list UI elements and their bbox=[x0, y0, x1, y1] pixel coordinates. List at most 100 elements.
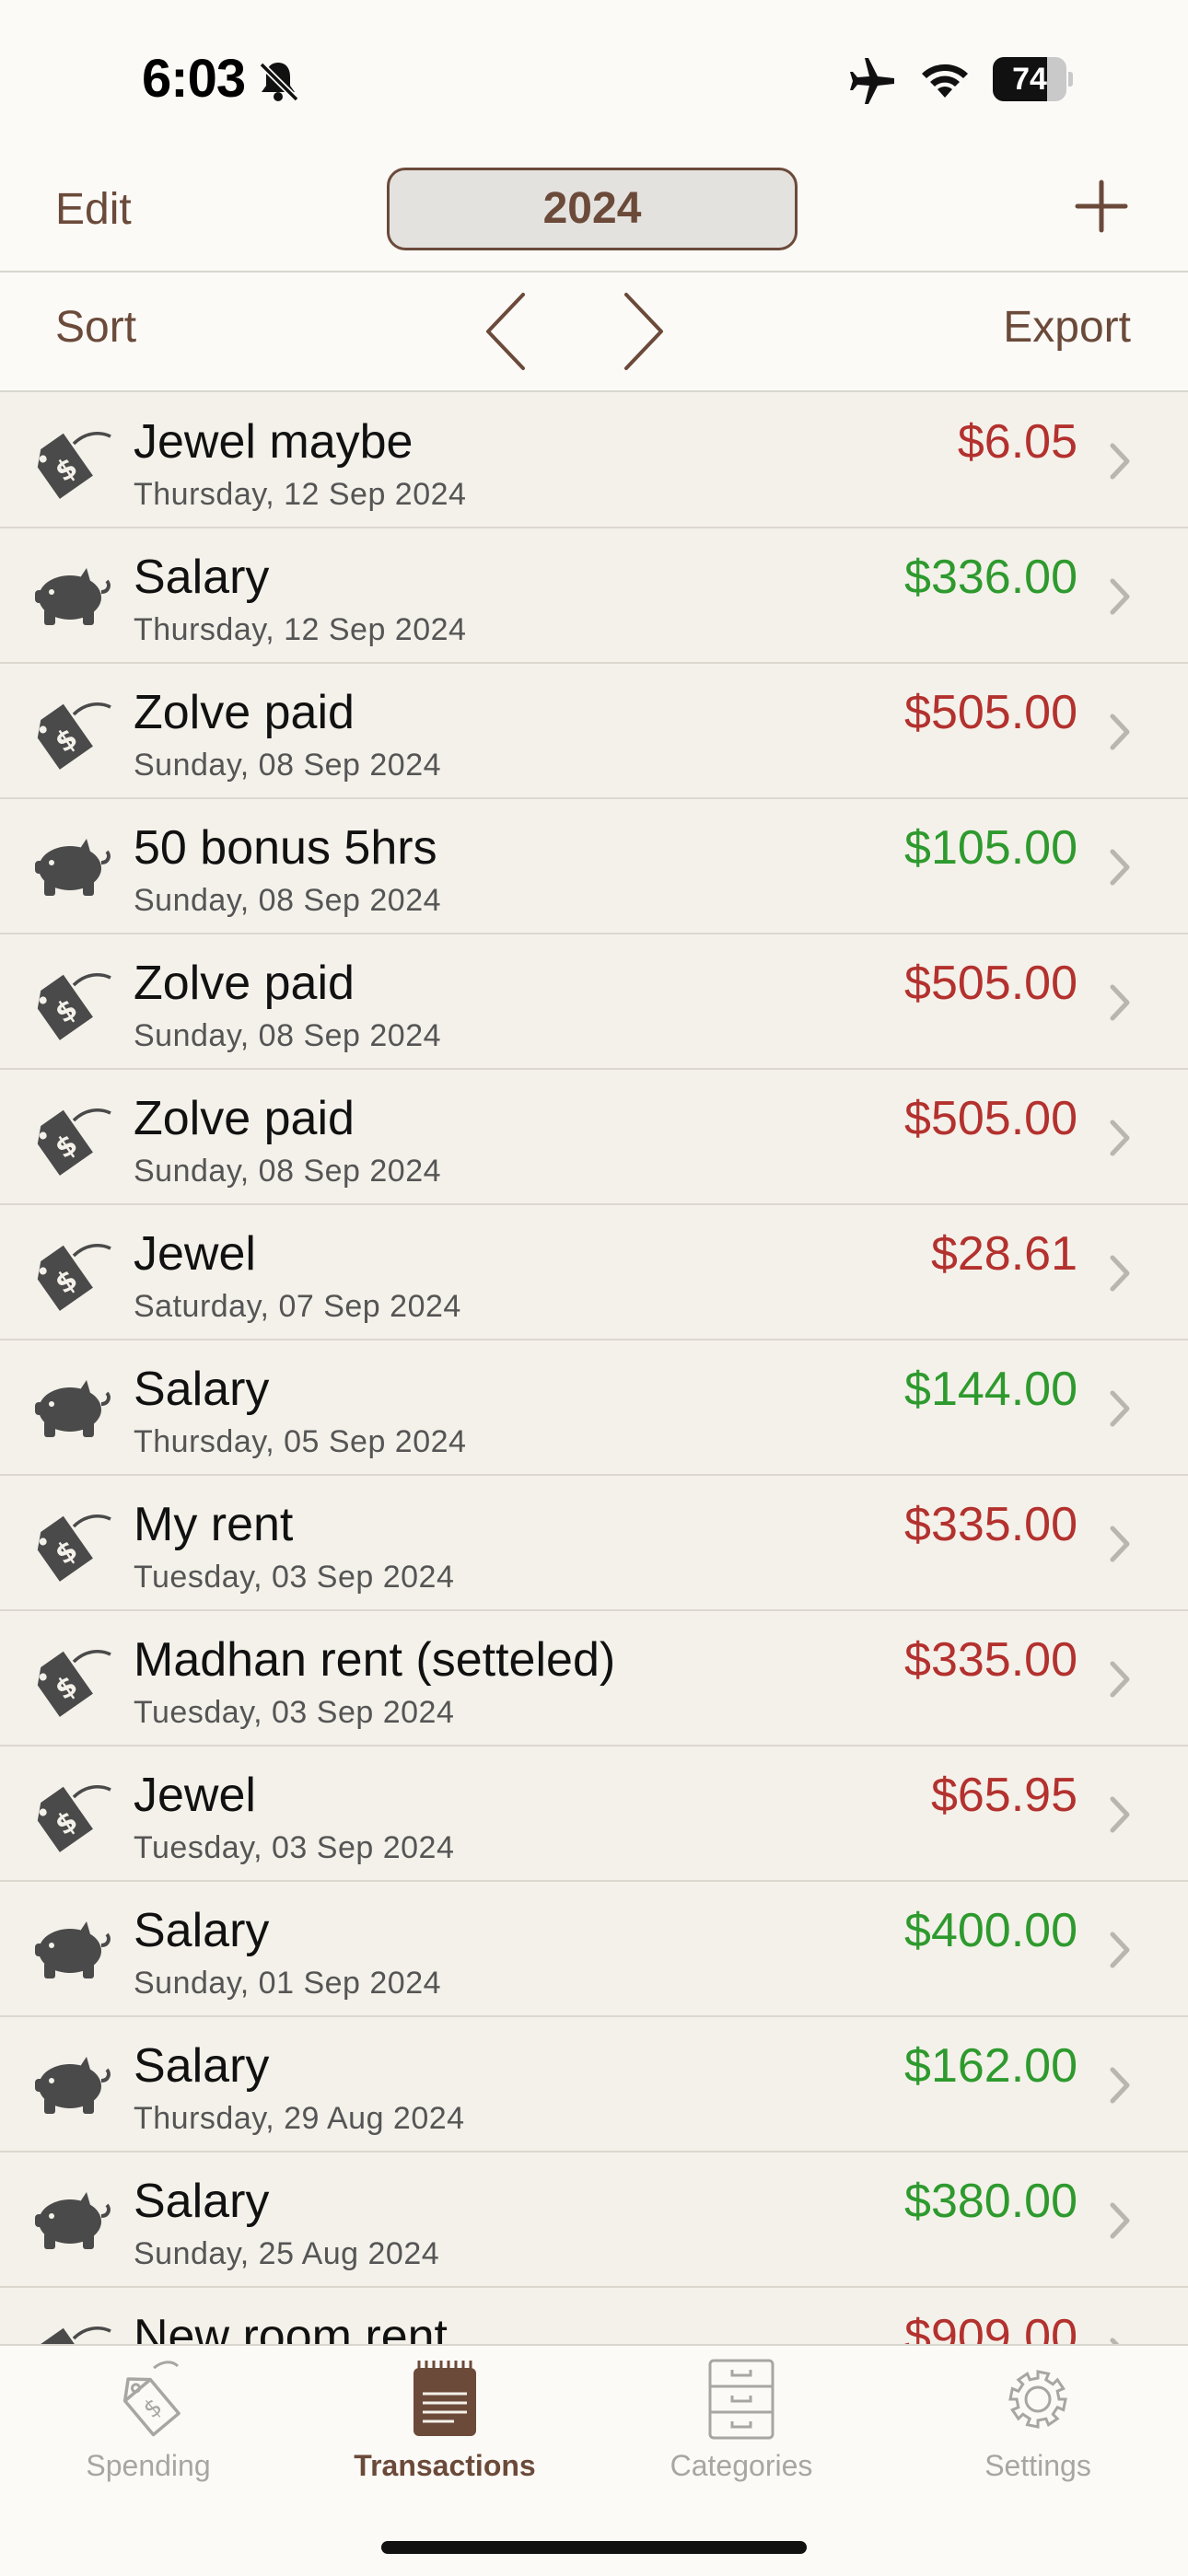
home-indicator bbox=[381, 2541, 807, 2554]
transaction-title: Madhan rent (setteled) bbox=[134, 1633, 616, 1687]
bell-slash-icon bbox=[259, 62, 299, 102]
piggy-bank-icon bbox=[26, 1914, 114, 1988]
transaction-row[interactable]: $ Jewel Saturday, 07 Sep 2024 $28.61 bbox=[0, 1206, 1188, 1340]
chevron-right-icon bbox=[1110, 2338, 1120, 2344]
tab-label-categories: Categories bbox=[670, 2449, 813, 2482]
transaction-row[interactable]: $ Zolve paid Sunday, 08 Sep 2024 $505.00 bbox=[0, 1071, 1188, 1205]
battery-percent: 74 bbox=[1012, 62, 1047, 97]
transaction-title: Salary bbox=[134, 551, 270, 604]
transaction-date: Tuesday, 03 Sep 2024 bbox=[134, 1830, 455, 1865]
transaction-row[interactable]: Salary Thursday, 05 Sep 2024 $144.00 bbox=[0, 1341, 1188, 1476]
piggy-bank-icon bbox=[26, 2185, 114, 2258]
transaction-amount: $505.00 bbox=[904, 686, 1077, 739]
transaction-title: 50 bonus 5hrs bbox=[134, 821, 437, 875]
tab-label-transactions: Transactions bbox=[354, 2449, 536, 2482]
transaction-amount: $909.00 bbox=[904, 2310, 1077, 2344]
year-selector[interactable]: 2024 bbox=[387, 168, 798, 250]
chevron-right-icon bbox=[1110, 1796, 1130, 1833]
nav-bar: Edit 2024 bbox=[0, 157, 1188, 273]
transaction-amount: $6.05 bbox=[957, 415, 1077, 469]
price-tag-icon: $ bbox=[122, 2361, 181, 2437]
price-tag-icon: $ bbox=[26, 1102, 114, 1176]
tab-label-spending: Spending bbox=[86, 2449, 211, 2482]
price-tag-icon: $ bbox=[26, 2320, 114, 2344]
transaction-amount: $505.00 bbox=[904, 957, 1077, 1010]
notepad-icon bbox=[413, 2361, 476, 2436]
transaction-amount: $28.61 bbox=[930, 1227, 1077, 1281]
transaction-row[interactable]: $ Zolve paid Sunday, 08 Sep 2024 $505.00 bbox=[0, 935, 1188, 1070]
tab-spending[interactable]: $ Spending bbox=[0, 2359, 297, 2497]
sort-toolbar: Sort Export bbox=[0, 273, 1188, 392]
export-button[interactable]: Export bbox=[1003, 302, 1131, 353]
chevron-right-icon bbox=[1110, 1661, 1130, 1698]
chevron-right-icon bbox=[1110, 2067, 1130, 2104]
transaction-amount: $335.00 bbox=[904, 1498, 1077, 1551]
transaction-row[interactable]: $ Jewel maybe Thursday, 12 Sep 2024 $6.0… bbox=[0, 394, 1188, 528]
transaction-row[interactable]: $ Jewel Tuesday, 03 Sep 2024 $65.95 bbox=[0, 1747, 1188, 1882]
transactions-list[interactable]: $ Jewel maybe Thursday, 12 Sep 2024 $6.0… bbox=[0, 394, 1188, 2344]
transaction-title: New room rent bbox=[134, 2310, 448, 2344]
transaction-amount: $380.00 bbox=[904, 2175, 1077, 2228]
chevron-right-icon bbox=[1110, 1255, 1130, 1292]
transaction-title: Zolve paid bbox=[134, 686, 355, 739]
chevron-right-icon bbox=[1110, 714, 1130, 750]
chevron-right-icon bbox=[1110, 443, 1130, 480]
battery-icon: 74 bbox=[993, 57, 1073, 101]
transaction-amount: $65.95 bbox=[930, 1769, 1077, 1822]
transaction-amount: $336.00 bbox=[904, 551, 1077, 604]
chevron-left-icon[interactable] bbox=[479, 287, 536, 376]
chevron-right-icon bbox=[1110, 578, 1130, 615]
transaction-row[interactable]: $ Madhan rent (setteled) Tuesday, 03 Sep… bbox=[0, 1612, 1188, 1746]
transaction-date: Sunday, 01 Sep 2024 bbox=[134, 1966, 442, 2001]
tab-label-settings: Settings bbox=[984, 2449, 1091, 2482]
piggy-bank-icon bbox=[26, 2049, 114, 2123]
price-tag-icon: $ bbox=[26, 1643, 114, 1717]
chevron-right-icon bbox=[1110, 984, 1130, 1021]
tab-settings[interactable]: Settings bbox=[890, 2359, 1186, 2497]
transaction-amount: $105.00 bbox=[904, 821, 1077, 875]
transaction-row[interactable]: Salary Sunday, 01 Sep 2024 $400.00 bbox=[0, 1883, 1188, 2017]
chevron-right-icon bbox=[1110, 1932, 1130, 1968]
tab-categories[interactable]: Categories bbox=[593, 2359, 890, 2497]
piggy-bank-icon bbox=[26, 831, 114, 905]
plus-icon[interactable] bbox=[1072, 177, 1131, 236]
transaction-amount: $144.00 bbox=[904, 1363, 1077, 1416]
price-tag-icon: $ bbox=[26, 967, 114, 1040]
transaction-title: Zolve paid bbox=[134, 1092, 355, 1145]
transaction-title: Salary bbox=[134, 1363, 270, 1416]
transaction-amount: $335.00 bbox=[904, 1633, 1077, 1687]
transaction-row[interactable]: 50 bonus 5hrs Sunday, 08 Sep 2024 $105.0… bbox=[0, 800, 1188, 934]
sort-button[interactable]: Sort bbox=[55, 302, 136, 353]
svg-text:$: $ bbox=[138, 2393, 168, 2424]
transaction-date: Sunday, 08 Sep 2024 bbox=[134, 1018, 442, 1053]
transaction-title: My rent bbox=[134, 1498, 294, 1551]
airplane-icon bbox=[850, 58, 894, 104]
transaction-date: Sunday, 08 Sep 2024 bbox=[134, 883, 442, 918]
piggy-bank-icon bbox=[26, 561, 114, 634]
transaction-row[interactable]: $ My rent Tuesday, 03 Sep 2024 $335.00 bbox=[0, 1477, 1188, 1611]
transaction-date: Thursday, 29 Aug 2024 bbox=[134, 2101, 465, 2136]
transaction-row[interactable]: Salary Thursday, 12 Sep 2024 $336.00 bbox=[0, 529, 1188, 664]
transaction-title: Jewel maybe bbox=[134, 415, 413, 469]
chevron-right-icon bbox=[1110, 2202, 1130, 2239]
transaction-row[interactable]: Salary Sunday, 25 Aug 2024 $380.00 bbox=[0, 2153, 1188, 2288]
transaction-date: Sunday, 25 Aug 2024 bbox=[134, 2236, 440, 2271]
chevron-right-icon[interactable] bbox=[613, 287, 670, 376]
tab-transactions[interactable]: Transactions bbox=[297, 2359, 593, 2497]
transaction-date: Sunday, 08 Sep 2024 bbox=[134, 748, 442, 783]
transaction-date: Thursday, 12 Sep 2024 bbox=[134, 612, 467, 647]
transaction-date: Tuesday, 03 Sep 2024 bbox=[134, 1695, 455, 1730]
chevron-right-icon bbox=[1110, 1120, 1130, 1156]
transaction-row[interactable]: Salary Thursday, 29 Aug 2024 $162.00 bbox=[0, 2018, 1188, 2152]
transaction-row[interactable]: $ Zolve paid Sunday, 08 Sep 2024 $505.00 bbox=[0, 665, 1188, 799]
price-tag-icon: $ bbox=[26, 1508, 114, 1582]
transaction-amount: $505.00 bbox=[904, 1092, 1077, 1145]
transaction-date: Saturday, 07 Sep 2024 bbox=[134, 1289, 461, 1324]
file-cabinet-icon bbox=[708, 2359, 775, 2440]
price-tag-icon: $ bbox=[26, 696, 114, 770]
price-tag-icon: $ bbox=[26, 1237, 114, 1311]
transaction-date: Thursday, 05 Sep 2024 bbox=[134, 1424, 467, 1459]
transaction-title: Salary bbox=[134, 2039, 270, 2093]
transaction-row[interactable]: $ New room rent $909.00 bbox=[0, 2289, 1188, 2344]
edit-button[interactable]: Edit bbox=[55, 184, 132, 235]
